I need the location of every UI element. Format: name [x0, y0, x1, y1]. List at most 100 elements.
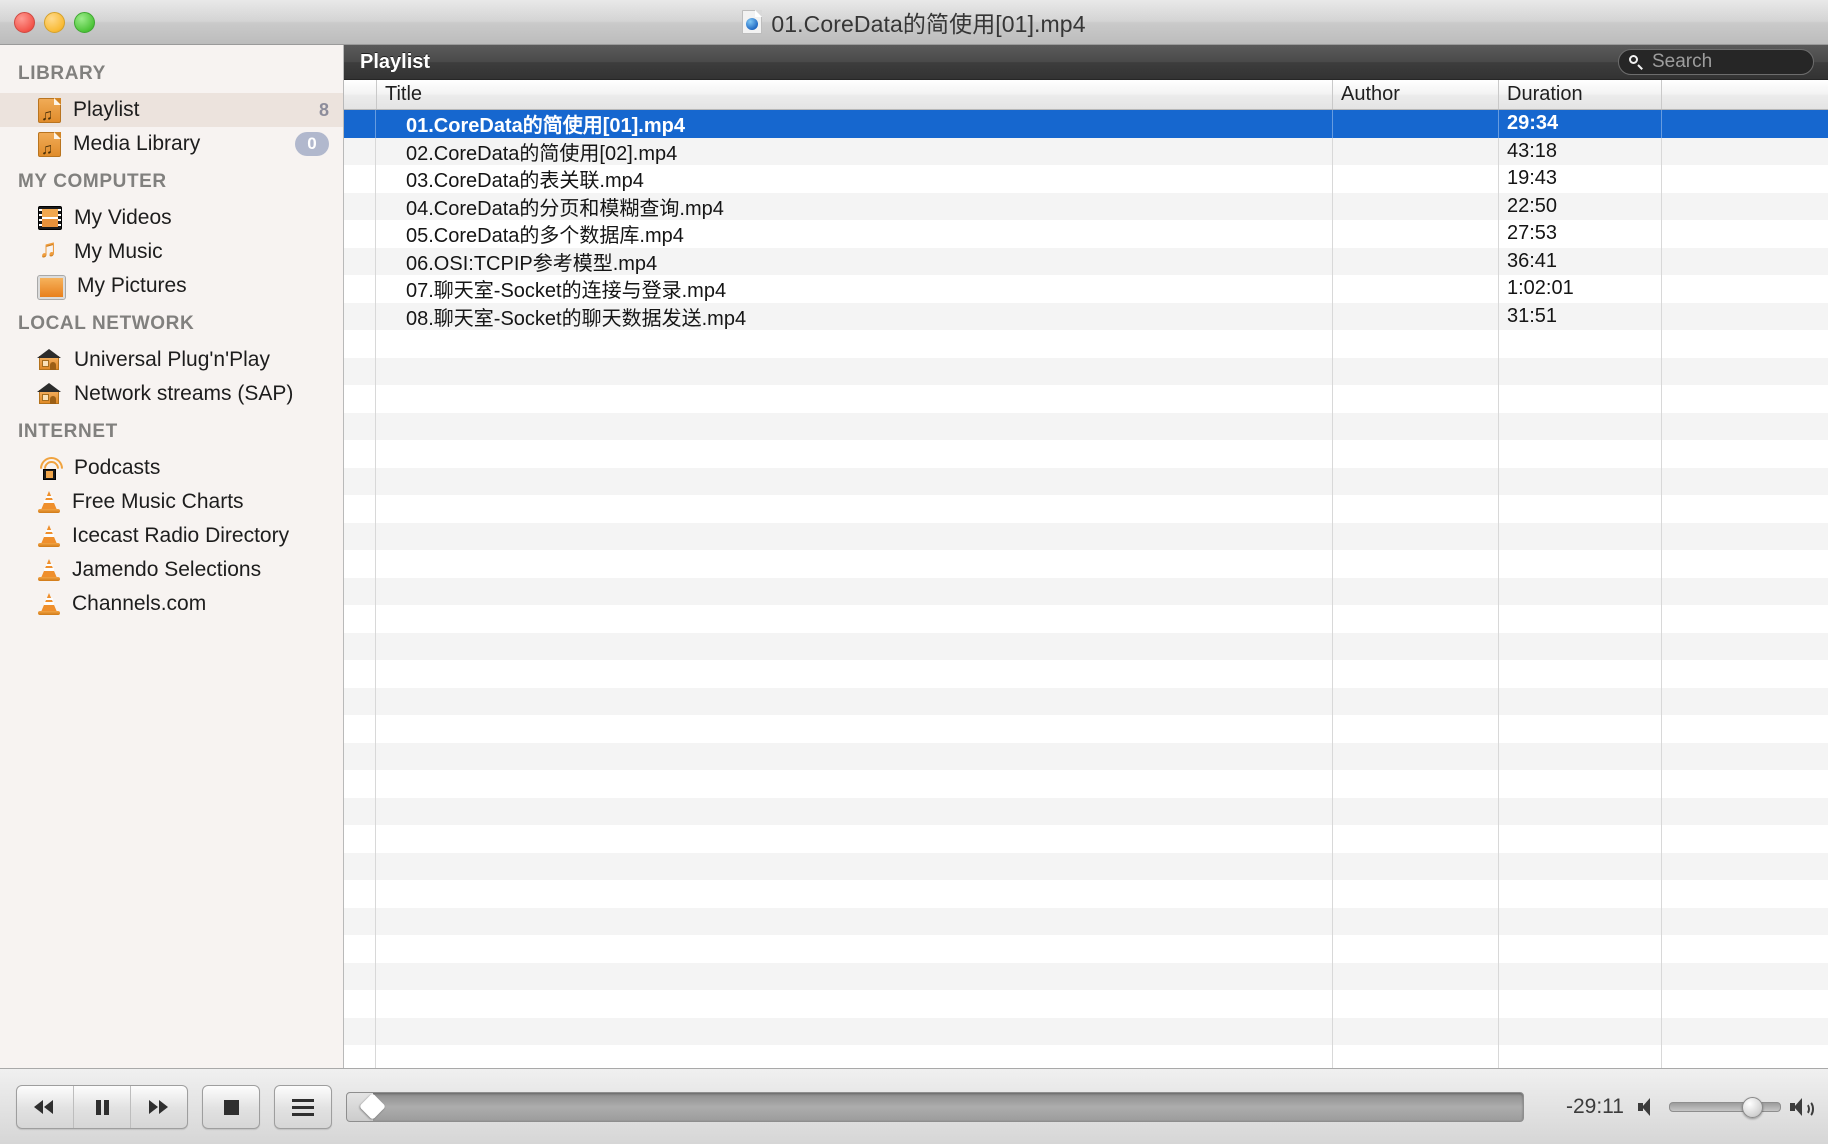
sidebar-item-label: Jamendo Selections [72, 558, 262, 581]
row-gutter [344, 192, 376, 220]
playlist-document-icon [38, 131, 61, 158]
sidebar-group-internet-label: INTERNET [18, 421, 118, 442]
table-row[interactable]: 03.CoreData的表关联.mp4 19:43 [344, 165, 1828, 193]
sidebar-group-my-computer-label: MY COMPUTER [18, 171, 167, 192]
row-title: 08.聊天室-Socket的聊天数据发送.mp4 [376, 302, 1333, 330]
row-filler [1662, 110, 1828, 138]
empty-row [344, 797, 1828, 825]
sidebar-item-upnp[interactable]: Universal Plug'n'Play [0, 343, 343, 377]
sidebar-item-icecast-radio-directory[interactable]: Icecast Radio Directory [0, 519, 343, 553]
volume-knob[interactable] [1742, 1096, 1763, 1118]
window-title-area: 01.CoreData的简使用[01].mp4 [0, 0, 1828, 44]
sidebar-item-media-library[interactable]: Media Library 0 [0, 127, 343, 161]
empty-row [344, 522, 1828, 550]
sidebar-item-jamendo-selections[interactable]: Jamendo Selections [0, 553, 343, 587]
time-remaining[interactable]: -29:11 [1538, 1095, 1624, 1119]
window-controls [14, 11, 95, 33]
empty-row [344, 825, 1828, 853]
row-title: 04.CoreData的分页和模糊查询.mp4 [376, 192, 1333, 220]
table-row[interactable]: 08.聊天室-Socket的聊天数据发送.mp4 31:51 [344, 302, 1828, 330]
empty-row [344, 440, 1828, 468]
row-filler [1662, 275, 1828, 303]
sidebar-item-label: My Music [74, 240, 163, 263]
sidebar-item-network-streams-sap[interactable]: Network streams (SAP) [0, 377, 343, 411]
empty-row [344, 687, 1828, 715]
row-duration: 27:53 [1499, 220, 1662, 248]
row-gutter [344, 110, 376, 138]
row-duration: 22:50 [1499, 192, 1662, 220]
sidebar-item-label: Podcasts [74, 456, 161, 479]
table-row[interactable]: 02.CoreData的简使用[02].mp4 43:18 [344, 137, 1828, 165]
search-field[interactable]: Search [1618, 49, 1814, 75]
table-row[interactable]: 01.CoreData的简使用[01].mp4 29:34 [344, 110, 1828, 138]
playlist-header-title: Playlist [360, 50, 431, 73]
seek-slider[interactable] [346, 1091, 1524, 1122]
window-body: LIBRARY Playlist 8 Media Library 0 MY CO… [0, 45, 1828, 1068]
zoom-button[interactable] [74, 11, 95, 33]
transport-toolbar: -29:11 [0, 1068, 1828, 1144]
next-button[interactable] [131, 1086, 187, 1128]
sidebar-item-label: Playlist [73, 98, 140, 121]
empty-row [344, 1045, 1828, 1068]
playlist-header-bar: Playlist Search [344, 45, 1828, 80]
empty-row [344, 935, 1828, 963]
row-gutter [344, 137, 376, 165]
empty-row [344, 990, 1828, 1018]
row-author [1333, 302, 1499, 330]
minimize-button[interactable] [44, 11, 65, 33]
column-header-title[interactable]: Title [377, 80, 1333, 109]
playlist-count: 8 [318, 99, 329, 120]
playlist-document-icon [38, 97, 61, 124]
previous-icon [32, 1098, 58, 1116]
previous-button[interactable] [17, 1085, 74, 1128]
table-row[interactable]: 05.CoreData的多个数据库.mp4 27:53 [344, 220, 1828, 248]
table-row[interactable]: 06.OSI:TCPIP参考模型.mp4 36:41 [344, 247, 1828, 276]
sidebar-item-my-pictures[interactable]: My Pictures [0, 269, 343, 303]
row-filler [1662, 193, 1828, 221]
row-gutter [344, 275, 376, 303]
sidebar-item-label: My Pictures [77, 274, 187, 297]
sidebar-item-podcasts[interactable]: Podcasts [0, 451, 343, 485]
pause-icon [89, 1098, 115, 1116]
empty-row [344, 852, 1828, 880]
speaker-high-icon[interactable] [1790, 1097, 1814, 1118]
volume-control [1638, 1096, 1814, 1118]
stop-button[interactable] [202, 1084, 260, 1129]
sidebar-item-my-videos[interactable]: My Videos [0, 201, 343, 235]
playlist-toggle-button[interactable] [274, 1084, 332, 1129]
speaker-low-icon[interactable] [1638, 1097, 1660, 1117]
row-filler [1662, 165, 1828, 193]
sidebar-item-my-music[interactable]: My Music [0, 235, 343, 269]
empty-row [344, 495, 1828, 523]
sidebar-item-channels-com[interactable]: Channels.com [0, 587, 343, 621]
film-strip-icon [38, 206, 62, 230]
house-icon [37, 349, 62, 371]
empty-row [344, 962, 1828, 990]
search-placeholder: Search [1652, 51, 1713, 72]
empty-row [344, 605, 1828, 633]
sidebar-item-free-music-charts[interactable]: Free Music Charts [0, 485, 343, 519]
column-header-duration[interactable]: Duration [1499, 80, 1662, 109]
search-icon [1629, 54, 1644, 70]
row-filler [1662, 248, 1828, 276]
sidebar-item-label: Icecast Radio Directory [72, 524, 290, 547]
column-header-author[interactable]: Author [1333, 80, 1499, 109]
empty-row [344, 632, 1828, 660]
table-row[interactable]: 07.聊天室-Socket的连接与登录.mp4 1:02:01 [344, 275, 1828, 303]
vlc-cone-icon [38, 592, 60, 616]
pause-button[interactable] [74, 1085, 131, 1128]
empty-row [344, 770, 1828, 798]
row-author [1333, 110, 1499, 138]
table-row[interactable]: 04.CoreData的分页和模糊查询.mp4 22:50 [344, 192, 1828, 221]
row-duration: 31:51 [1499, 302, 1662, 330]
row-gutter [344, 247, 376, 275]
volume-slider[interactable] [1669, 1096, 1781, 1118]
title-bar: 01.CoreData的简使用[01].mp4 [0, 0, 1828, 45]
close-button[interactable] [14, 11, 35, 33]
sidebar-item-playlist[interactable]: Playlist 8 [0, 93, 343, 127]
empty-row [344, 385, 1828, 413]
empty-row [344, 1017, 1828, 1045]
empty-row [344, 577, 1828, 605]
sidebar-item-label: Free Music Charts [72, 490, 244, 513]
empty-row [344, 330, 1828, 358]
